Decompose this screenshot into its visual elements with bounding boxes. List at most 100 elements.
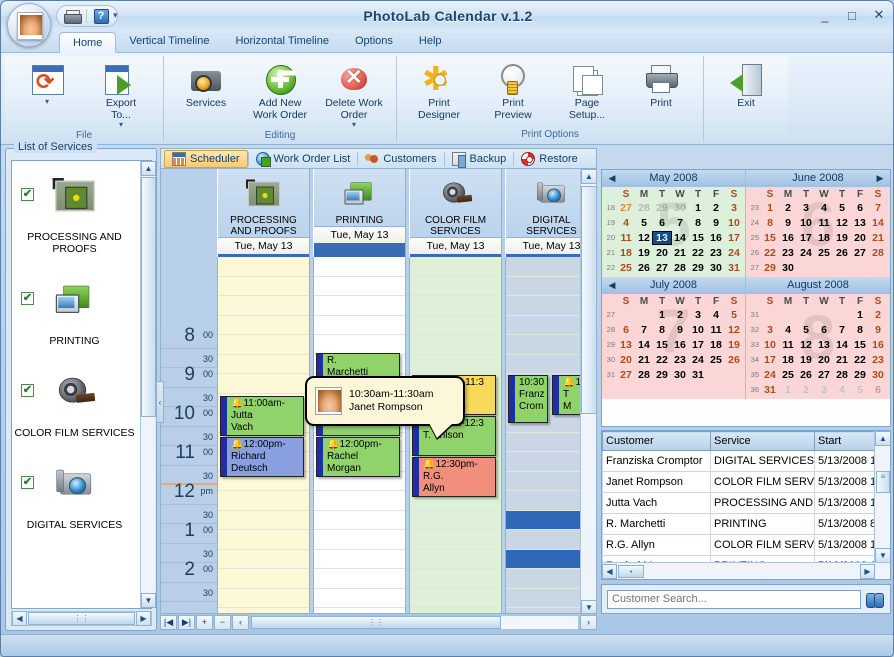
calendar-prev-arrow-icon[interactable]: ◀: [602, 277, 622, 294]
appointment-block[interactable]: 🔔11:00am- Jutta Vach: [220, 396, 304, 436]
sched-scroll-down-arrow-icon[interactable]: ▼: [581, 600, 596, 613]
calendar-day-cell[interactable]: 22: [851, 354, 869, 366]
calendar-day-cell[interactable]: 29: [761, 262, 779, 274]
customer-search-input[interactable]: [607, 589, 861, 609]
calendar-day-cell[interactable]: 24: [761, 369, 779, 381]
ribbon-tab-horizontal-timeline[interactable]: Horizontal Timeline: [222, 31, 342, 52]
calendar-day-cell[interactable]: 28: [869, 247, 887, 259]
ribbon-tab-options[interactable]: Options: [342, 31, 406, 52]
tab-restore[interactable]: Restore: [514, 150, 585, 168]
calendar-day-cell[interactable]: 10: [689, 324, 707, 336]
service-item-2[interactable]: ✔ COLOR FILM SERVICES: [12, 357, 137, 449]
calendar-day-cell[interactable]: 10: [761, 339, 779, 351]
panel-collapse-handle[interactable]: ‹: [156, 381, 164, 423]
calendar-day-cell[interactable]: 15: [761, 232, 779, 244]
services-horizontal-scrollbar[interactable]: ◀ ⋮⋮ ▶: [11, 611, 152, 626]
calendar-day-cell[interactable]: 28: [635, 202, 653, 214]
time-slot[interactable]: [218, 374, 309, 394]
ribbon-tab-help[interactable]: Help: [406, 31, 455, 52]
service-checkbox[interactable]: ✔: [21, 292, 34, 305]
calendar-day-cell[interactable]: 2: [797, 384, 815, 396]
calendar-day-cell[interactable]: 19: [833, 232, 851, 244]
calendar-day-cell[interactable]: 13: [815, 339, 833, 351]
calendar-day-cell[interactable]: 23: [779, 247, 797, 259]
scheduler-hscroll-thumb[interactable]: ⋮⋮: [251, 616, 501, 629]
calendar-day-cell[interactable]: 16: [779, 232, 797, 244]
scroll-right-button[interactable]: ›: [580, 615, 597, 630]
maximize-button[interactable]: □: [844, 8, 860, 23]
time-slot[interactable]: [218, 277, 309, 296]
calendar-day-cell[interactable]: 6: [815, 324, 833, 336]
calendar-day-cell[interactable]: 15: [689, 232, 707, 244]
print-designer-button[interactable]: PrintDesigner: [403, 59, 475, 128]
grid-scroll-right-arrow-icon[interactable]: ▶: [860, 563, 875, 579]
calendar-day-cell[interactable]: 29: [653, 202, 671, 214]
scheduler-vertical-scrollbar[interactable]: ▲ ▼: [580, 169, 596, 613]
calendar-day-cell[interactable]: 17: [725, 232, 743, 244]
time-slot[interactable]: [314, 569, 405, 589]
grid-horizontal-scrollbar[interactable]: ◀ ▪ ▶: [602, 562, 890, 579]
calendar-day-cell[interactable]: 4: [833, 384, 851, 396]
calendar-day-cell[interactable]: 30: [779, 262, 797, 274]
calendar-day-cell[interactable]: 7: [671, 217, 689, 229]
calendar-day-cell[interactable]: 24: [797, 247, 815, 259]
calendar-day-cell[interactable]: 22: [653, 354, 671, 366]
calendar-day-cell[interactable]: 14: [833, 339, 851, 351]
calendar-day-cell[interactable]: 16: [707, 232, 725, 244]
time-slot[interactable]: [410, 277, 501, 296]
calendar-day-cell[interactable]: 26: [833, 247, 851, 259]
remove-button[interactable]: −: [214, 615, 231, 630]
calendar-day-cell[interactable]: 29: [851, 369, 869, 381]
calendar-day-cell[interactable]: 25: [707, 354, 725, 366]
calendar-day-cell[interactable]: 23: [707, 247, 725, 259]
time-slot[interactable]: [410, 316, 501, 335]
calendar-day-cell[interactable]: 21: [671, 247, 689, 259]
add-new-work-order-button[interactable]: Add New Work Order: [244, 59, 316, 129]
calendar-day-cell[interactable]: 16: [671, 339, 689, 351]
grid-scroll-down-arrow-icon[interactable]: ▼: [875, 548, 890, 563]
calendar-day-cell[interactable]: 11: [617, 232, 635, 244]
calendar-day-cell[interactable]: 27: [617, 202, 635, 214]
appointment-block[interactable]: 🔔12:00pm- Richard Deutsch: [220, 437, 304, 477]
table-row[interactable]: R. Marchetti PRINTING 5/13/2008 8:30: [602, 513, 890, 535]
calendar-day-cell[interactable]: 3: [797, 202, 815, 214]
calendar-day-cell[interactable]: 1: [689, 202, 707, 214]
sched-scroll-up-arrow-icon[interactable]: ▲: [581, 169, 596, 184]
calendar-day-cell[interactable]: 8: [851, 324, 869, 336]
export-to-button[interactable]: Export To... ▾: [85, 59, 157, 129]
close-button[interactable]: ✕: [871, 7, 887, 23]
calendar-day-cell[interactable]: 27: [815, 369, 833, 381]
calendar-day-cell[interactable]: 11: [779, 339, 797, 351]
calendar-day-cell[interactable]: 5: [833, 202, 851, 214]
calendar-day-cell[interactable]: 12: [797, 339, 815, 351]
time-slot[interactable]: [218, 491, 309, 511]
calendar-day-cell[interactable]: 1: [761, 202, 779, 214]
time-slot[interactable]: [410, 530, 501, 550]
calendar-prev-arrow-icon[interactable]: ◀: [602, 170, 622, 187]
add-button[interactable]: +: [196, 615, 213, 630]
time-slot[interactable]: [410, 296, 501, 316]
calendar-day-cell[interactable]: 11: [707, 324, 725, 336]
ribbon-tab-home[interactable]: Home: [59, 32, 117, 53]
time-slot[interactable]: [314, 335, 405, 355]
calendar-day-cell[interactable]: 25: [779, 369, 797, 381]
calendar-day-cell[interactable]: 28: [671, 262, 689, 274]
time-slot[interactable]: [314, 296, 405, 316]
calendar-day-cell[interactable]: 12: [725, 324, 743, 336]
tab-backup[interactable]: Backup: [445, 150, 514, 168]
grid-header-customer[interactable]: Customer: [602, 431, 711, 451]
calendar-day-cell[interactable]: 30: [869, 369, 887, 381]
calendar-day-cell[interactable]: 20: [653, 247, 671, 259]
calendar-day-cell[interactable]: 21: [833, 354, 851, 366]
services-vertical-scrollbar[interactable]: ▲ ▼: [140, 161, 156, 608]
calendar-day-cell[interactable]: 1: [779, 384, 797, 396]
calendar-day-cell[interactable]: 29: [653, 369, 671, 381]
calendar-day-cell[interactable]: 9: [869, 324, 887, 336]
time-slot[interactable]: [314, 257, 405, 277]
calendar-day-cell[interactable]: 2: [707, 202, 725, 214]
service-item-0[interactable]: ✔ PROCESSING AND PROOFS: [12, 161, 137, 265]
calendar-day-cell[interactable]: 21: [869, 232, 887, 244]
calendar-day-cell[interactable]: 12: [635, 232, 653, 244]
calendar-day-cell[interactable]: 25: [815, 247, 833, 259]
calendar-day-cell[interactable]: 27: [851, 247, 869, 259]
